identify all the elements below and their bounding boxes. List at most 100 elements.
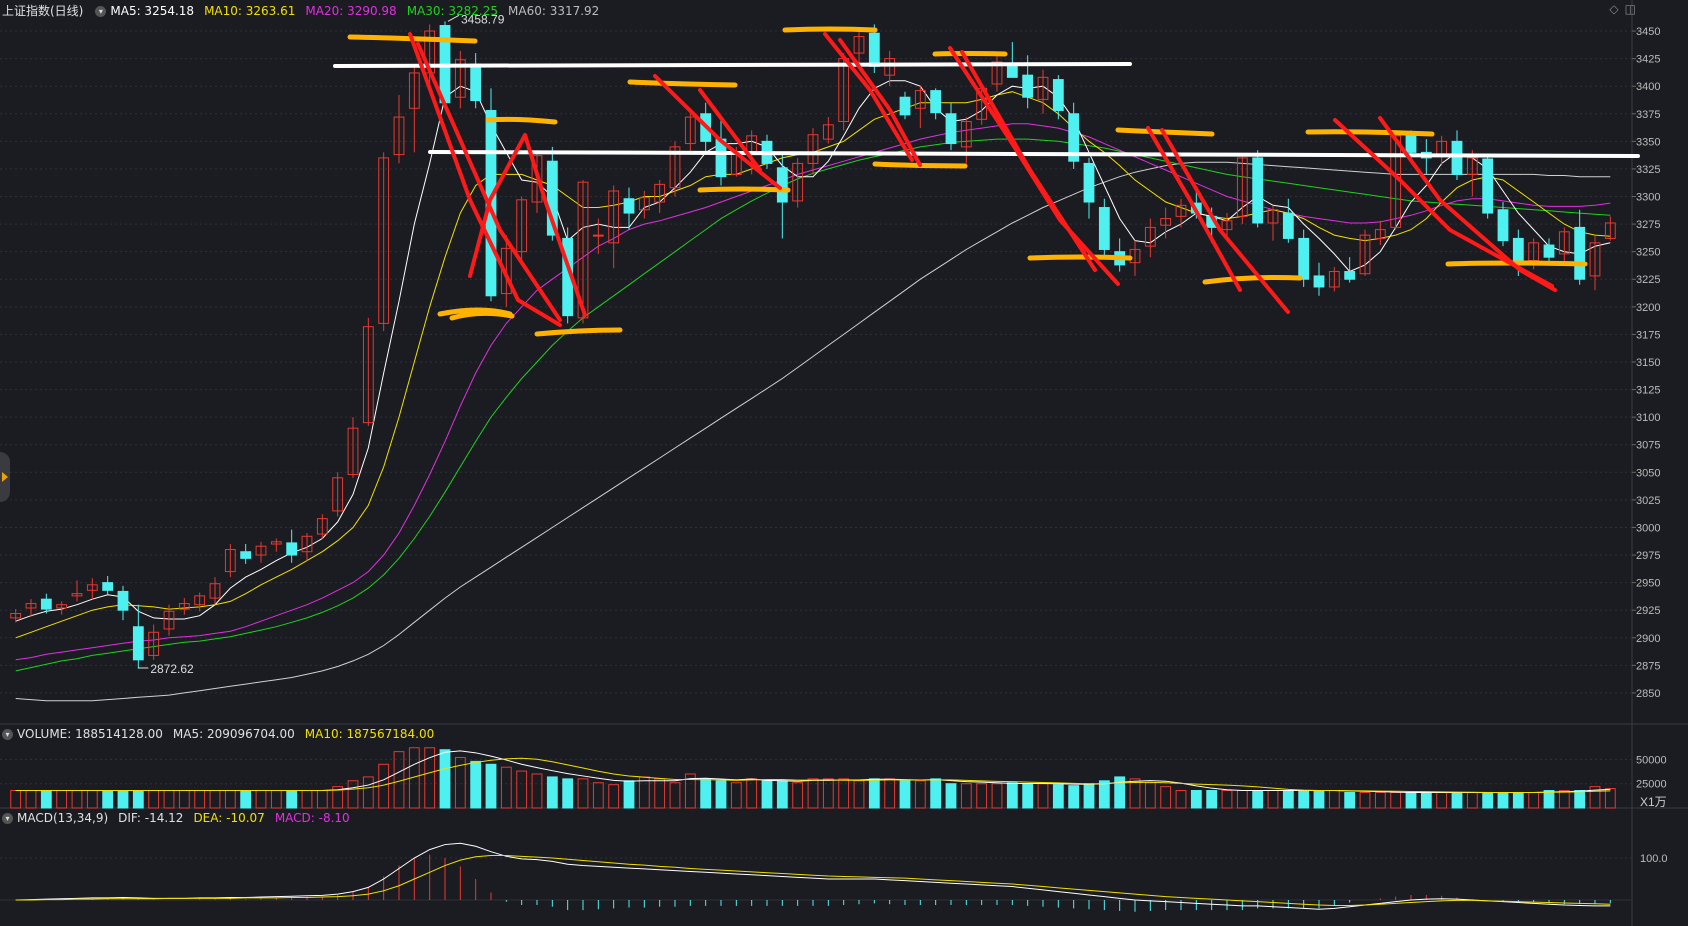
y-tick-label: 2975: [1636, 550, 1660, 562]
chart-canvas: 2850 2875 2900 2925 2950 2975 3000 3025 3050 3075…: [0, 0, 1688, 926]
y-tick-label: 2850: [1636, 688, 1660, 700]
y-tick-label: 3025: [1636, 495, 1660, 507]
settings-icon[interactable]: ▾: [95, 5, 107, 17]
candle-body: [102, 582, 114, 591]
volume-legend: ▾ VOLUME: 188514128.00 MA5: 209096704.00…: [0, 724, 444, 744]
volume-bar: [1052, 784, 1064, 809]
y-tick-label: 3100: [1636, 412, 1660, 424]
volume-bar: [1313, 790, 1325, 809]
volume-bar: [1574, 790, 1586, 809]
volume-bar: [700, 778, 712, 809]
y-tick-label: 3200: [1636, 302, 1660, 314]
candle-body: [868, 32, 880, 67]
macd-name: MACD(13,34,9): [17, 811, 109, 825]
support-resistance-mark: [697, 186, 791, 193]
window-controls: ◇ ◫: [1609, 2, 1636, 16]
volume-bar: [546, 776, 558, 809]
volume-bar: [562, 778, 574, 809]
candle-body: [1451, 140, 1463, 175]
volume-bar: [1282, 790, 1294, 809]
support-resistance-mark: [1305, 129, 1435, 137]
volume-bar: [1114, 776, 1126, 809]
candle-body: [1344, 271, 1356, 280]
volume-ma10: MA10: 187567184.00: [304, 727, 435, 741]
macd-dea: DEA: -10.07: [193, 811, 265, 825]
y-tick-label: 3050: [1636, 467, 1660, 479]
ma30-legend: MA30: 3282.25: [406, 4, 498, 18]
volume-bar: [1344, 791, 1356, 809]
y-tick-label: 2925: [1636, 605, 1660, 617]
candle-body: [286, 542, 298, 556]
volume-bar: [286, 790, 298, 809]
diamond-icon[interactable]: ◇: [1609, 2, 1618, 16]
candle-body: [1497, 209, 1509, 242]
candle-body: [945, 113, 957, 145]
volume-bar: [1022, 783, 1034, 809]
y-tick-label: 2950: [1636, 578, 1660, 590]
volume-bar: [1451, 791, 1463, 809]
volume-tick-label: 25000: [1636, 779, 1667, 791]
volume-bar: [240, 790, 252, 809]
volume-bar: [1083, 783, 1095, 809]
volume-ma5: MA5: 209096704.00: [172, 727, 295, 741]
volume-bar: [1006, 782, 1018, 809]
y-tick-label: 3325: [1636, 164, 1660, 176]
y-tick-label: 3150: [1636, 357, 1660, 369]
macd-settings-icon[interactable]: ▾: [2, 812, 13, 824]
volume-bar: [40, 790, 52, 809]
candle-body: [132, 626, 144, 661]
volume-bar: [1482, 791, 1494, 809]
support-resistance-mark: [1027, 254, 1133, 261]
y-tick-label: 3125: [1636, 385, 1660, 397]
main-legend: 上证指数(日线) ▾ MA5: 3254.18 MA10: 3263.61 MA…: [0, 1, 609, 21]
ma60-legend: MA60: 3317.92: [508, 4, 600, 18]
macd-legend: ▾ MACD(13,34,9) DIF: -14.12 DEA: -10.07 …: [0, 808, 360, 828]
volume-bar: [899, 780, 911, 809]
y-tick-label: 3075: [1636, 440, 1660, 452]
ma5-legend: MA5: 3254.18: [110, 4, 195, 18]
resistance-line-upper: [333, 62, 1132, 68]
ma10-legend: MA10: 3263.61: [204, 4, 296, 18]
volume-bar: [761, 780, 773, 809]
y-tick-label: 3275: [1636, 219, 1660, 231]
volume-unit-label: X1万: [1640, 795, 1667, 809]
y-tick-label: 3375: [1636, 109, 1660, 121]
volume-bar: [1298, 790, 1310, 809]
maximize-icon[interactable]: ◫: [1625, 2, 1636, 16]
macd-dif: DIF: -14.12: [118, 811, 184, 825]
volume-bar: [485, 763, 497, 809]
background: [0, 0, 1688, 926]
side-panel-toggle[interactable]: [0, 452, 10, 502]
volume-bar: [1206, 790, 1218, 809]
volume-bar: [1543, 790, 1555, 809]
volume-bar: [102, 790, 114, 809]
candle-body: [1098, 207, 1110, 250]
candle-body: [899, 96, 911, 116]
candle-body: [1574, 226, 1586, 280]
candle-body: [1052, 79, 1064, 111]
candle-body: [623, 198, 635, 214]
candle-body: [117, 590, 129, 611]
y-tick-label: 3175: [1636, 329, 1660, 341]
y-tick-label: 3350: [1636, 136, 1660, 148]
macd-tick-label: 100.0: [1640, 853, 1668, 865]
y-tick-label: 3250: [1636, 247, 1660, 259]
y-tick-label: 2900: [1636, 633, 1660, 645]
volume-tick-label: 50000: [1636, 754, 1667, 766]
volume-bar: [1068, 785, 1080, 809]
volume-bar: [1405, 791, 1417, 809]
y-tick-label: 2875: [1636, 660, 1660, 672]
candle-body: [1282, 212, 1294, 239]
candle-body: [1022, 74, 1034, 98]
grid: [0, 0, 1688, 926]
y-tick-label: 3300: [1636, 192, 1660, 204]
support-resistance-mark: [485, 116, 558, 125]
candle-body: [40, 598, 52, 610]
candle-body: [240, 551, 252, 559]
candle-body: [1252, 157, 1264, 224]
volume-bar: [470, 760, 482, 809]
volume-bar: [1497, 791, 1509, 809]
volume-settings-icon[interactable]: ▾: [2, 728, 13, 740]
volume-value: VOLUME: 188514128.00: [17, 727, 163, 741]
volume-bar: [1420, 791, 1432, 809]
